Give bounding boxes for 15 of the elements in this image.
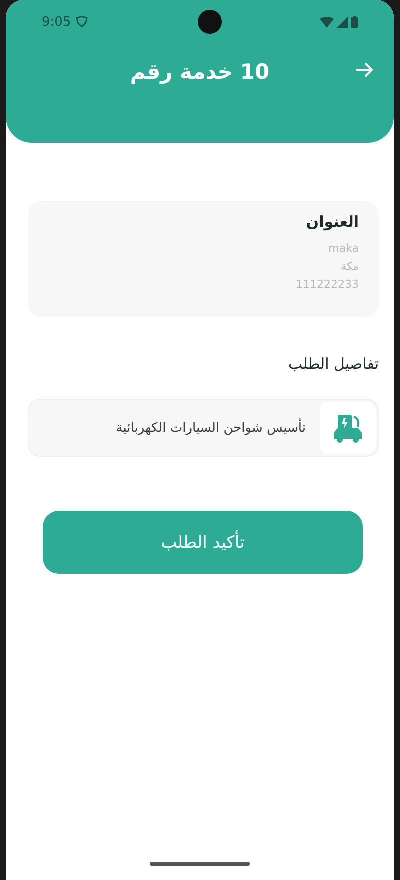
wifi-icon (320, 16, 334, 28)
signal-icon (337, 16, 348, 28)
address-title: العنوان (305, 213, 359, 231)
back-arrow-icon[interactable] (356, 62, 374, 78)
address-line: maka (328, 242, 359, 255)
car-charger-icon (332, 413, 364, 443)
battery-icon (351, 16, 358, 28)
service-item[interactable]: تأسيس شواحن السيارات الكهربائية (28, 399, 379, 457)
shield-icon (76, 16, 88, 28)
camera-hole (198, 10, 222, 34)
section-title: تفاصيل الطلب (288, 355, 379, 373)
address-line: مكة (340, 260, 359, 273)
address-line: 111222233 (295, 278, 359, 291)
status-time: 9:05 (42, 14, 72, 30)
page-title: 10 خدمة رقم (130, 60, 270, 84)
